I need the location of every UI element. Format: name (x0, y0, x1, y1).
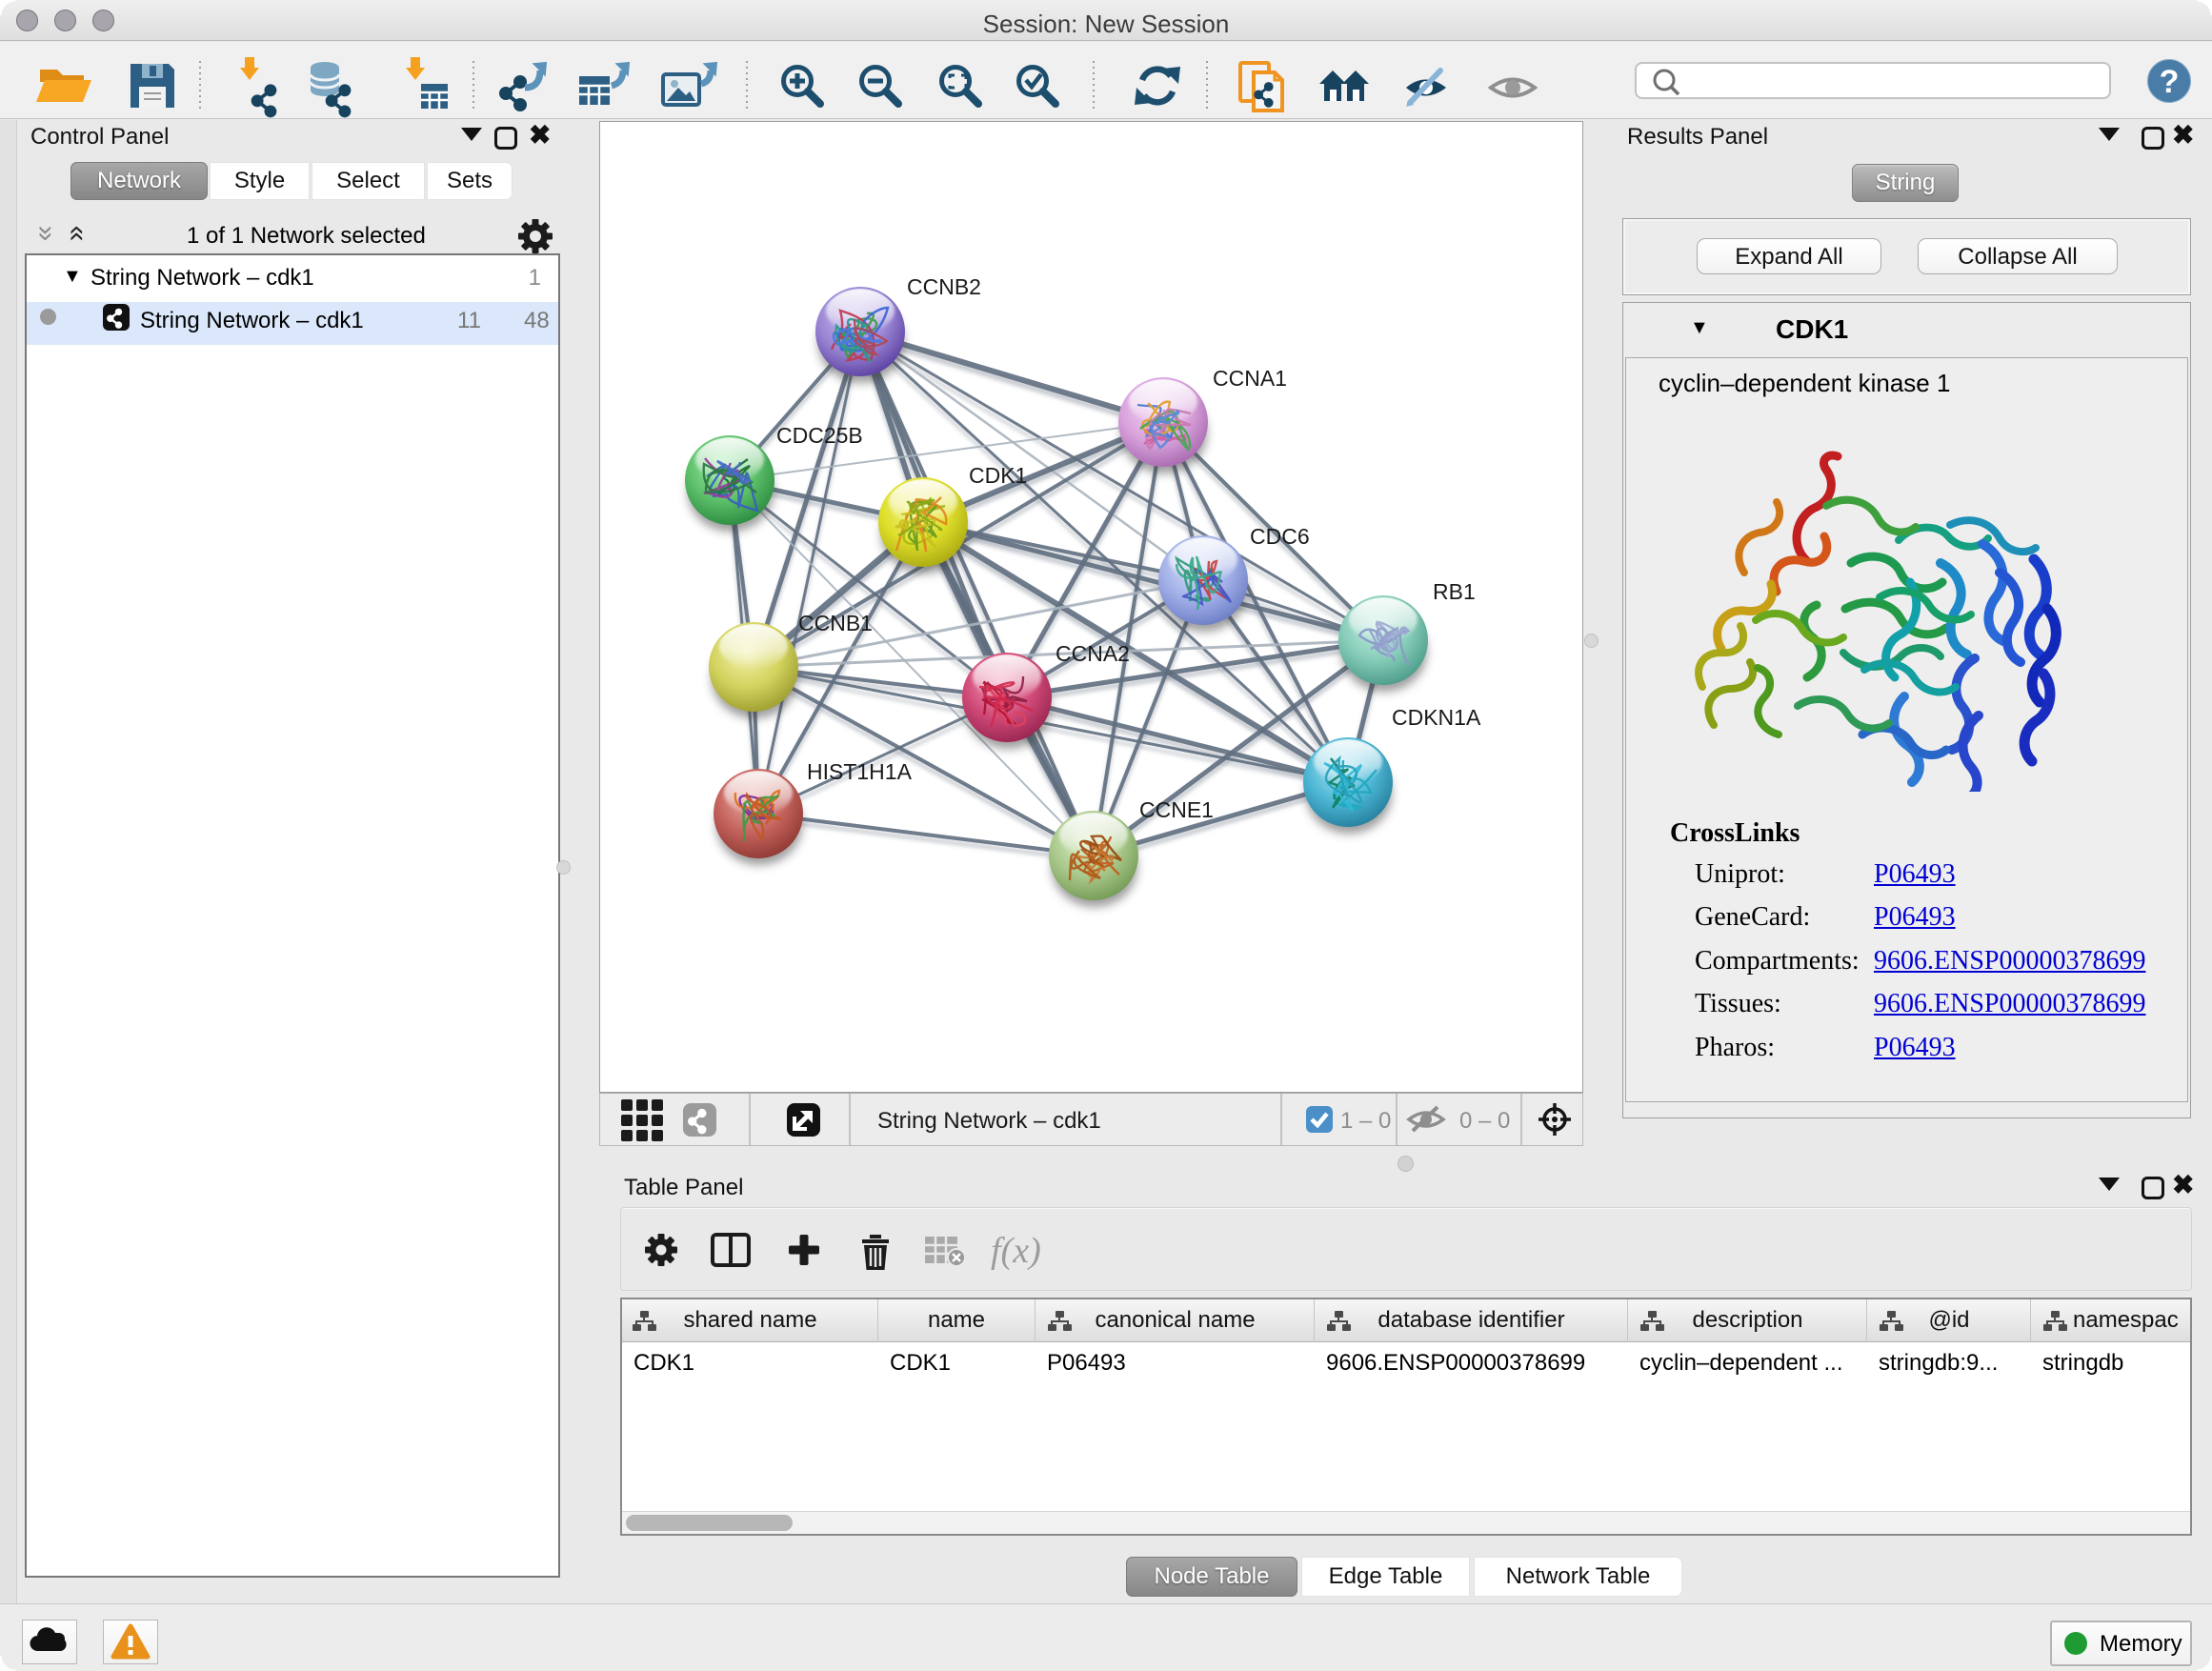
svg-text:String Network – cdk1: String Network – cdk1 (877, 1108, 1101, 1134)
svg-text:RB1: RB1 (1433, 579, 1476, 604)
svg-text:0 – 0: 0 – 0 (1459, 1108, 1510, 1134)
svg-text:f(x): f(x) (991, 1231, 1041, 1271)
svg-text:CDKN1A: CDKN1A (1392, 705, 1481, 730)
svg-text:1 – 0: 1 – 0 (1340, 1108, 1391, 1134)
svg-text:CDC25B: CDC25B (776, 423, 863, 448)
svg-text:CCNB1: CCNB1 (798, 611, 873, 635)
svg-text:CDC6: CDC6 (1250, 524, 1310, 549)
svg-text:CDK1: CDK1 (969, 463, 1027, 488)
svg-text:HIST1H1A: HIST1H1A (807, 759, 913, 784)
svg-text:CCNA2: CCNA2 (1056, 641, 1130, 666)
svg-text:CCNE1: CCNE1 (1139, 797, 1214, 822)
svg-text:CCNB2: CCNB2 (907, 274, 981, 299)
svg-text:CCNA1: CCNA1 (1213, 366, 1287, 391)
